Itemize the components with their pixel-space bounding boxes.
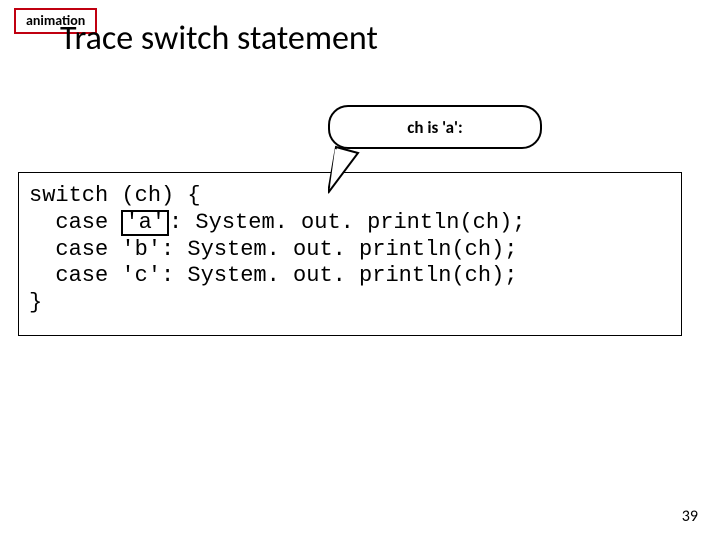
code-line-2b: : System. out. println(ch); [169,210,525,235]
code-line-5: } [29,290,42,315]
code-line-1: switch (ch) { [29,183,201,208]
highlighted-case-a: 'a' [121,210,169,236]
callout-text: ch is 'a': [407,117,462,138]
slide-title: Trace switch statement [60,18,378,59]
page-number: 39 [682,507,698,526]
code-line-4: case 'c': System. out. println(ch); [29,263,517,288]
code-line-3: case 'b': System. out. println(ch); [29,237,517,262]
code-line-2a: case [29,210,121,235]
